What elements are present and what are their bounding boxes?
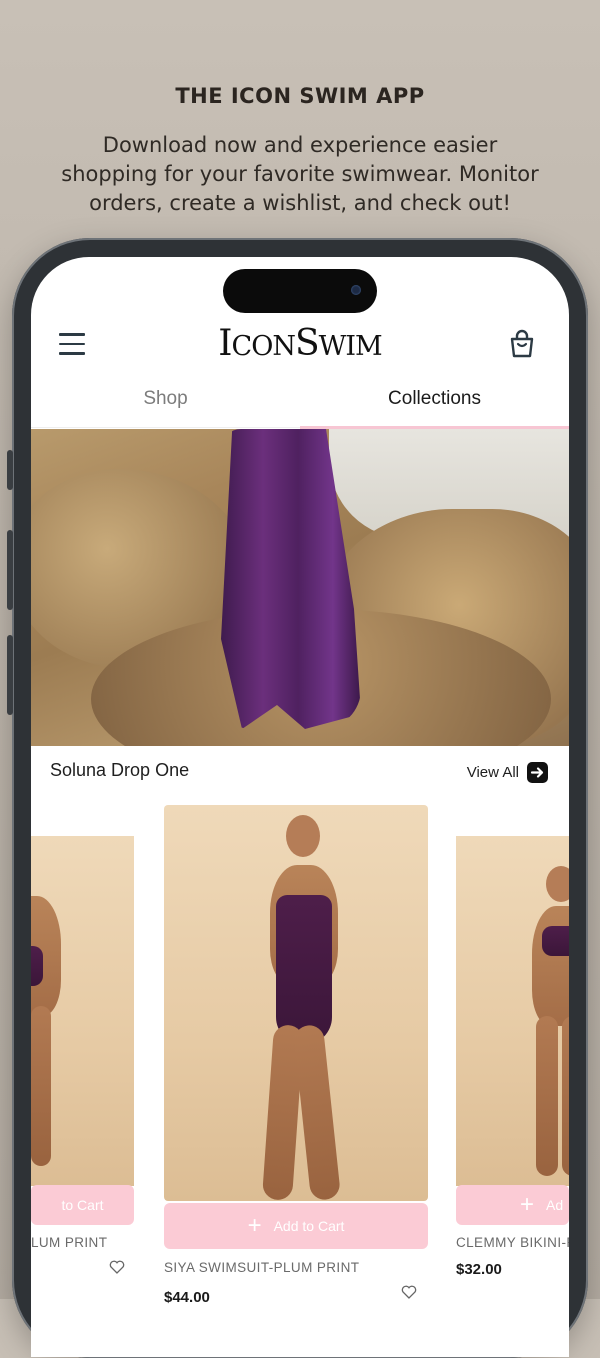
tab-collections[interactable]: Collections — [300, 377, 569, 425]
tab-bar: Shop Collections — [31, 377, 569, 428]
phone-side-button — [7, 450, 13, 490]
product-price: $44.00 — [164, 1289, 210, 1306]
product-name[interactable]: SIYA SWIMSUIT-PLUM PRINT — [164, 1260, 359, 1275]
plus-icon: + — [520, 1191, 535, 1218]
hero-banner-image[interactable] — [31, 429, 569, 746]
phone-side-button — [7, 530, 13, 610]
product-name[interactable]: LUM PRINT — [31, 1235, 107, 1250]
logo-wordmark: ICONSWIM — [218, 323, 382, 364]
collection-title: Soluna Drop One — [50, 760, 190, 780]
app-logo[interactable]: ICONSWIM — [31, 323, 569, 364]
promo-title: THE ICON SWIM APP — [175, 84, 425, 108]
add-to-cart-label: Add to Cart — [273, 1218, 345, 1234]
product-price: $32.00 — [456, 1261, 502, 1278]
product-image[interactable] — [456, 836, 569, 1186]
view-all-link[interactable]: View All — [467, 762, 548, 783]
heart-icon[interactable] — [109, 1260, 125, 1274]
heart-icon[interactable] — [401, 1285, 417, 1299]
plus-icon: + — [247, 1212, 262, 1239]
arrow-right-icon — [527, 762, 548, 783]
tab-shop[interactable]: Shop — [31, 377, 300, 425]
dynamic-island — [223, 269, 377, 313]
product-name[interactable]: CLEMMY BIKINI-PL — [456, 1235, 569, 1250]
view-all-label: View All — [466, 764, 519, 781]
camera-icon — [351, 285, 361, 295]
add-to-cart-label: Ad — [546, 1197, 564, 1213]
product-image[interactable] — [164, 805, 428, 1201]
product-image[interactable] — [31, 836, 134, 1186]
add-to-cart-label: to Cart — [61, 1197, 104, 1213]
shopping-bag-icon[interactable] — [509, 329, 535, 359]
phone-side-button — [7, 635, 13, 715]
add-to-cart-button[interactable]: + Add to Cart — [164, 1203, 428, 1249]
promo-subtitle: Download now and experience easier shopp… — [61, 133, 539, 215]
add-to-cart-button[interactable]: + Ad — [456, 1185, 569, 1225]
add-to-cart-button[interactable]: to Cart — [31, 1185, 134, 1225]
app-header: ICONSWIM — [31, 317, 569, 377]
app-screen: ICONSWIM Shop Collections Soluna Drop On… — [31, 257, 569, 1357]
